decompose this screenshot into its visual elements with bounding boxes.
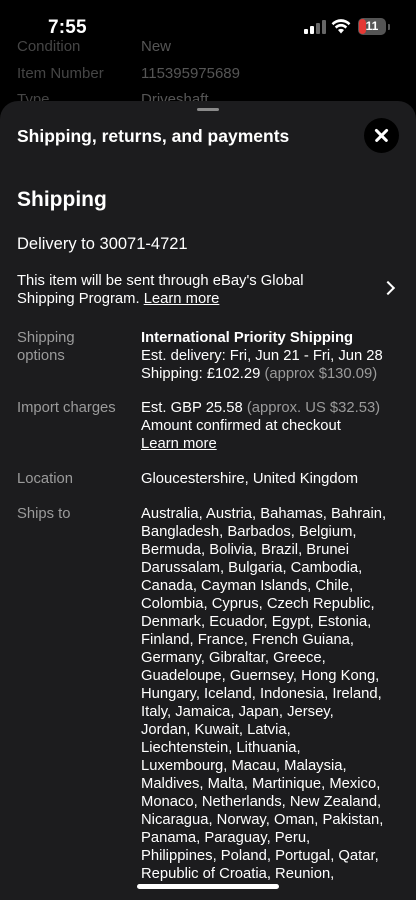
bg-row-value: 115395975689 <box>141 65 240 82</box>
ships-to-line: Maldives, Malta, Martinique, Mexico, <box>141 776 381 792</box>
ships-to-line: Philippines, Poland, Portugal, Qatar, <box>141 848 379 864</box>
bg-row-value: New <box>141 38 172 55</box>
import-charges-value: Est. GBP 25.58 (approx. US $32.53) Amoun… <box>141 399 403 453</box>
shipping-options-label: Shipping options <box>17 330 75 364</box>
cellular-signal-icon <box>304 20 326 34</box>
ships-to-line: Liechtenstein, Lithuania, <box>141 740 301 756</box>
ships-to-line: Italy, Jamaica, Japan, Jersey, <box>141 704 334 720</box>
location-label: Location <box>17 471 73 487</box>
bg-row-label: Condition <box>17 38 81 55</box>
gsp-learn-more-link[interactable]: Learn more <box>144 291 220 307</box>
battery-level: 11 <box>365 19 379 33</box>
est-delivery: Est. delivery: Fri, Jun 21 - Fri, Jun 28 <box>141 348 383 364</box>
ships-to-line: Hungary, Iceland, Indonesia, Ireland, <box>141 686 382 702</box>
ships-to-line: Germany, Gibraltar, Greece, <box>141 650 326 666</box>
ships-to-line: Luxembourg, Macau, Malaysia, <box>141 758 347 774</box>
sheet-grabber[interactable] <box>197 108 219 111</box>
global-shipping-program-row[interactable]: This item will be sent through eBay's Gl… <box>17 272 399 312</box>
ships-to-line: Guadeloupe, Guernsey, Hong Kong, <box>141 668 380 684</box>
delivery-zip: Delivery to 30071-4721 <box>17 235 188 253</box>
shipping-cost: Shipping: £102.29 (approx $130.09) <box>141 366 378 382</box>
ships-to-line: Republic of Croatia, Reunion, <box>141 866 335 882</box>
sheet-title: Shipping, returns, and payments <box>17 126 290 146</box>
ships-to-line: Panama, Paraguay, Peru, <box>141 830 311 846</box>
ships-to-line: Jordan, Kuwait, Latvia, <box>141 722 291 738</box>
bg-row-item-number: Item Number 115395975689 <box>17 65 240 82</box>
ships-to-list: Australia, Austria, Bahamas, Bahrain, Ban… <box>141 505 403 883</box>
gsp-text: This item will be sent through eBay's Gl… <box>17 272 357 308</box>
ships-to-line: Darussalam, Bulgaria, Cambodia, <box>141 560 363 576</box>
location-value: Gloucestershire, United Kingdom <box>141 471 359 487</box>
ships-to-label: Ships to <box>17 506 71 522</box>
import-note: Amount confirmed at checkout <box>141 418 341 434</box>
shipping-sheet: Shipping, returns, and payments Shipping… <box>0 101 416 900</box>
import-learn-more-link[interactable]: Learn more <box>141 435 403 453</box>
ships-to-line: Finland, France, French Guiana, <box>141 632 355 648</box>
ships-to-line: Denmark, Ecuador, Egypt, Estonia, <box>141 614 372 630</box>
ships-to-line: Bermuda, Bolivia, Brazil, Brunei <box>141 542 350 558</box>
home-indicator[interactable] <box>137 884 279 889</box>
shipping-service: International Priority Shipping <box>141 330 354 346</box>
ships-to-line: Colombia, Cyprus, Czech Republic, <box>141 596 375 612</box>
wifi-icon <box>331 19 351 34</box>
bg-row-condition: Condition New <box>17 38 171 55</box>
battery-icon: 11 <box>358 18 386 35</box>
ships-to-line: Bangladesh, Barbados, Belgium, <box>141 524 357 540</box>
bg-row-label: Item Number <box>17 65 104 82</box>
chevron-right-icon <box>380 280 396 296</box>
ships-to-line: Nicaragua, Norway, Oman, Pakistan, <box>141 812 384 828</box>
battery-tip <box>388 24 390 30</box>
section-title-shipping: Shipping <box>17 188 107 211</box>
import-amount: Est. GBP 25.58 (approx. US $32.53) <box>141 400 381 416</box>
ships-to-line: Monaco, Netherlands, New Zealand, <box>141 794 382 810</box>
shipping-options-value: International Priority Shipping Est. del… <box>141 329 403 383</box>
ships-to-line: Canada, Cayman Islands, Chile, <box>141 578 354 594</box>
close-button[interactable] <box>364 118 399 153</box>
import-charges-label: Import charges <box>17 400 116 416</box>
ships-to-line: Australia, Austria, Bahamas, Bahrain, <box>141 506 387 522</box>
